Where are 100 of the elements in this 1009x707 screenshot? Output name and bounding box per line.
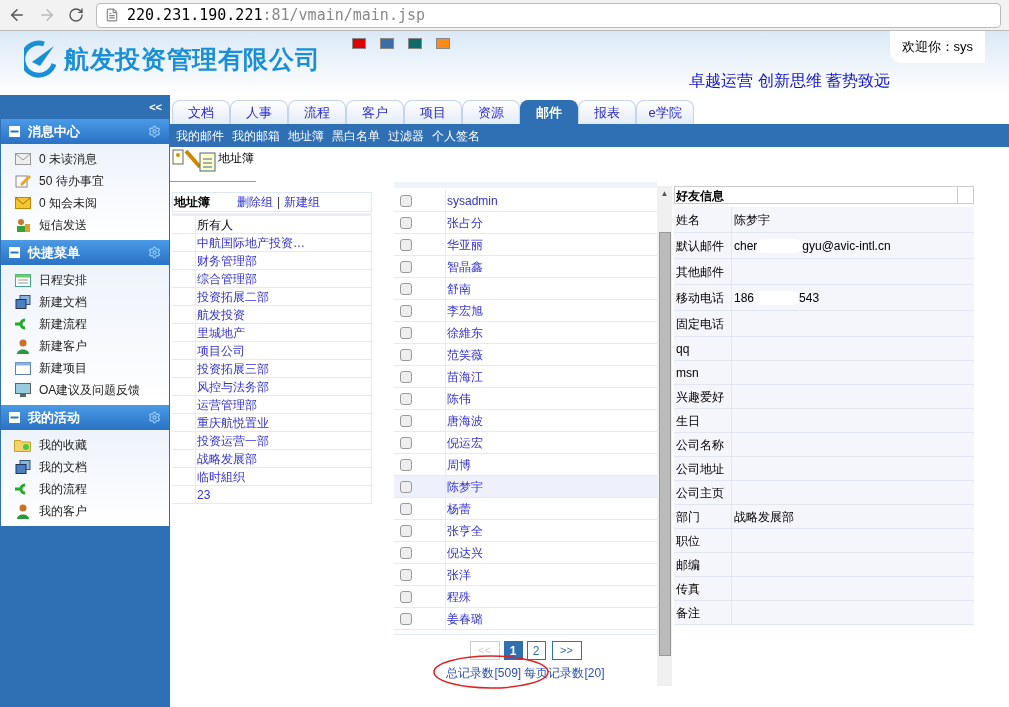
tab[interactable]: 文档 [172, 100, 230, 124]
sidebar-link[interactable]: 日程安排 [39, 271, 87, 289]
contact-name[interactable]: 徐維东 [446, 322, 483, 343]
contact-row[interactable]: 程殊 [394, 586, 657, 608]
settings-icon[interactable] [148, 411, 161, 424]
contact-name[interactable]: 杨蕾 [446, 498, 471, 519]
tab[interactable]: 流程 [288, 100, 346, 124]
settings-icon[interactable] [148, 125, 161, 138]
checkbox[interactable] [400, 370, 412, 383]
tab[interactable]: 邮件 [520, 100, 578, 124]
contact-name[interactable]: 唐海波 [446, 410, 483, 431]
contact-name[interactable]: 范笑薇 [446, 344, 483, 365]
sidebar-link[interactable]: 我的收藏 [39, 436, 87, 454]
group-link[interactable]: 23 [196, 486, 211, 503]
group-action-link[interactable]: 新建组 [284, 193, 321, 211]
contact-row[interactable]: 陈梦宇 [394, 476, 657, 498]
checkbox[interactable] [400, 194, 412, 207]
forward-icon[interactable] [38, 6, 56, 24]
theme-swatch[interactable] [408, 38, 423, 49]
checkbox[interactable] [400, 436, 412, 449]
group-link[interactable]: 财务管理部 [196, 252, 257, 269]
contact-name[interactable]: 姜春璐 [446, 608, 483, 629]
contact-row[interactable]: 周博 [394, 454, 657, 476]
settings-icon[interactable] [148, 246, 161, 259]
subnav-link[interactable]: 地址簿 [288, 126, 324, 145]
tab[interactable]: 报表 [578, 100, 636, 124]
group-link[interactable]: 投资运营一部 [196, 432, 269, 449]
contact-name[interactable]: 华亚丽 [446, 234, 483, 255]
contact-row[interactable]: 唐海波 [394, 410, 657, 432]
sidebar-link[interactable]: 我的客户 [39, 502, 87, 520]
contact-row[interactable]: 倪运宏 [394, 432, 657, 454]
contact-name[interactable]: 程殊 [446, 586, 471, 607]
tab[interactable]: e学院 [636, 100, 694, 124]
contact-name[interactable]: 苗海江 [446, 366, 483, 387]
section-header[interactable]: 消息中心 [1, 119, 169, 144]
sidebar-link[interactable]: 新建项目 [39, 359, 87, 377]
subnav-link[interactable]: 我的邮件 [176, 126, 224, 145]
group-link[interactable]: 投资拓展三部 [196, 360, 269, 377]
page-button[interactable]: 2 [526, 641, 546, 660]
section-header[interactable]: 快捷菜单 [1, 240, 169, 265]
subnav-link[interactable]: 我的邮箱 [232, 126, 280, 145]
contact-name[interactable]: 张亨全 [446, 520, 483, 541]
group-link[interactable]: 航发投资 [196, 306, 245, 323]
checkbox[interactable] [400, 612, 412, 625]
checkbox[interactable] [400, 502, 412, 515]
address-field[interactable]: 220.231.190.221:81/vmain/main.jsp [96, 2, 1001, 28]
checkbox[interactable] [400, 590, 412, 603]
contact-row[interactable]: 苗海江 [394, 366, 657, 388]
group-link[interactable]: 项目公司 [196, 342, 245, 359]
scrollbar[interactable]: ▲ [657, 186, 672, 686]
group-link[interactable]: 中航国际地产投资… [196, 234, 305, 251]
contact-row[interactable]: 张洋 [394, 564, 657, 586]
contact-name[interactable]: 倪运宏 [446, 432, 483, 453]
contact-row[interactable]: 舒南 [394, 278, 657, 300]
theme-swatch[interactable] [436, 38, 451, 49]
scroll-up-arrow[interactable]: ▲ [660, 188, 669, 200]
group-link[interactable]: 重庆航悦置业 [196, 414, 269, 431]
sidebar-link[interactable]: 50 待办事宜 [39, 172, 104, 190]
contact-name[interactable]: 张占分 [446, 212, 483, 233]
contact-name[interactable]: 舒南 [446, 278, 471, 299]
sidebar-link[interactable]: 新建文档 [39, 293, 87, 311]
theme-swatch[interactable] [380, 38, 395, 49]
contact-row[interactable]: 姜春璐 [394, 608, 657, 630]
checkbox[interactable] [400, 546, 412, 559]
subnav-link[interactable]: 个人签名 [432, 126, 480, 145]
reload-icon[interactable] [68, 7, 84, 23]
group-link[interactable]: 临时組织 [196, 468, 245, 485]
contact-row[interactable]: 张占分 [394, 212, 657, 234]
contact-row[interactable]: 李宏旭 [394, 300, 657, 322]
tab[interactable]: 项目 [404, 100, 462, 124]
checkbox[interactable] [400, 216, 412, 229]
contact-name[interactable]: 周博 [446, 454, 471, 475]
sidebar-link[interactable]: OA建议及问题反馈 [39, 381, 141, 399]
sidebar-link[interactable]: 我的流程 [39, 480, 87, 498]
checkbox[interactable] [400, 568, 412, 581]
checkbox[interactable] [400, 260, 412, 273]
checkbox[interactable] [400, 480, 412, 493]
tab[interactable]: 人事 [230, 100, 288, 124]
group-link[interactable]: 运营管理部 [196, 396, 257, 413]
group-link[interactable]: 战略发展部 [196, 450, 257, 467]
sidebar-link[interactable]: 0 知会未阅 [39, 194, 97, 212]
contact-row[interactable]: 智晶鑫 [394, 256, 657, 278]
contact-row[interactable]: sysadmin [394, 190, 657, 212]
sidebar-link[interactable]: 我的文档 [39, 458, 87, 476]
theme-swatch[interactable] [352, 38, 367, 49]
checkbox[interactable] [400, 392, 412, 405]
collapse-icon[interactable] [9, 126, 20, 137]
checkbox[interactable] [400, 282, 412, 295]
group-link[interactable]: 综合管理部 [196, 270, 257, 287]
sidebar-link[interactable]: 0 未读消息 [39, 150, 97, 168]
checkbox[interactable] [400, 458, 412, 471]
collapse-icon[interactable] [9, 412, 20, 423]
sidebar-link[interactable]: 新建客户 [39, 337, 87, 355]
checkbox[interactable] [400, 304, 412, 317]
contact-row[interactable]: 陈伟 [394, 388, 657, 410]
contact-name[interactable]: 李宏旭 [446, 300, 483, 321]
checkbox[interactable] [400, 524, 412, 537]
contact-row[interactable]: 张亨全 [394, 520, 657, 542]
contact-row[interactable]: 杨蕾 [394, 498, 657, 520]
contact-name[interactable]: 陈伟 [446, 388, 471, 409]
